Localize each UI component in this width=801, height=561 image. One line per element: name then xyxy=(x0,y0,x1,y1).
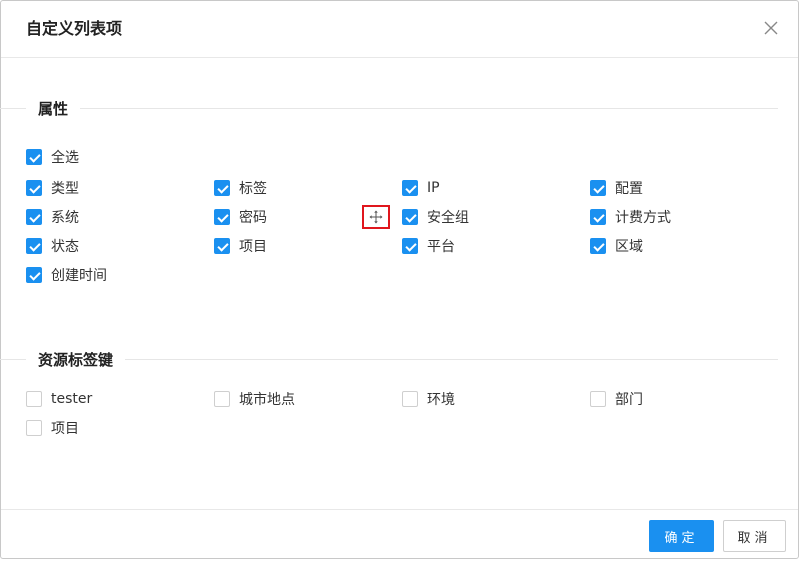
checkbox-label: IP xyxy=(427,180,440,196)
checkbox-box xyxy=(214,391,230,407)
divider xyxy=(125,358,778,360)
checkbox-tag-environment[interactable]: 环境 xyxy=(402,390,455,408)
check-icon xyxy=(26,238,42,254)
checkbox-security-group[interactable]: 安全组 xyxy=(402,208,469,226)
checkbox-tag-city[interactable]: 城市地点 xyxy=(214,390,295,408)
checkbox-label: 安全组 xyxy=(427,210,469,226)
checkbox-label: 环境 xyxy=(427,392,455,408)
check-icon xyxy=(590,180,606,196)
checkbox-box xyxy=(26,391,42,407)
resource-tags-heading: 资源标签键 xyxy=(38,350,114,369)
checkbox-box xyxy=(402,391,418,407)
dialog-title: 自定义列表项 xyxy=(26,19,123,38)
check-icon xyxy=(402,209,418,225)
dialog-header: 自定义列表项 xyxy=(1,1,798,58)
check-icon xyxy=(26,267,42,283)
check-icon xyxy=(26,149,42,165)
checkbox-label: 部门 xyxy=(615,392,643,408)
checkbox-password[interactable]: 密码 xyxy=(214,208,267,226)
check-icon xyxy=(26,180,42,196)
attributes-heading: 属性 xyxy=(38,99,69,118)
check-icon xyxy=(214,209,230,225)
check-icon xyxy=(590,238,606,254)
confirm-button[interactable]: 确定 xyxy=(649,520,714,552)
drag-handle[interactable] xyxy=(362,205,390,229)
checkbox-tag-department[interactable]: 部门 xyxy=(590,390,643,408)
checkbox-label: 项目 xyxy=(51,421,79,437)
checkbox-created-at[interactable]: 创建时间 xyxy=(26,266,107,284)
check-icon xyxy=(402,180,418,196)
check-icon xyxy=(214,180,230,196)
checkbox-project[interactable]: 项目 xyxy=(214,237,267,255)
checkbox-status[interactable]: 状态 xyxy=(26,237,79,255)
divider xyxy=(80,107,778,109)
divider xyxy=(0,107,26,109)
checkbox-tags[interactable]: 标签 xyxy=(214,179,267,197)
check-icon xyxy=(214,238,230,254)
checkbox-label: 密码 xyxy=(239,210,267,226)
checkbox-label: 创建时间 xyxy=(51,268,107,284)
checkbox-label: tester xyxy=(51,391,93,407)
checkbox-label: 类型 xyxy=(51,181,79,197)
close-icon xyxy=(764,21,778,35)
checkbox-label: 计费方式 xyxy=(615,210,671,226)
checkbox-label: 区域 xyxy=(615,239,643,255)
checkbox-label: 项目 xyxy=(239,239,267,255)
checkbox-box xyxy=(26,420,42,436)
resource-tags-section-header: 资源标签键 xyxy=(0,349,778,369)
checkbox-ip[interactable]: IP xyxy=(402,179,440,197)
close-button[interactable] xyxy=(762,19,780,37)
checkbox-tag-tester[interactable]: tester xyxy=(26,390,92,408)
check-icon xyxy=(402,238,418,254)
checkbox-select-all[interactable]: 全选 xyxy=(26,148,79,166)
checkbox-label: 系统 xyxy=(51,210,79,226)
attributes-section-header: 属性 xyxy=(0,98,778,118)
checkbox-label: 状态 xyxy=(51,239,79,255)
checkbox-label: 配置 xyxy=(615,181,643,197)
cancel-button[interactable]: 取消 xyxy=(723,520,786,552)
checkbox-config[interactable]: 配置 xyxy=(590,179,643,197)
checkbox-tag-project[interactable]: 项目 xyxy=(26,419,79,437)
checkbox-box xyxy=(590,391,606,407)
check-icon xyxy=(26,209,42,225)
dialog-footer: 确定 取消 xyxy=(1,509,798,560)
check-icon xyxy=(590,209,606,225)
checkbox-region[interactable]: 区域 xyxy=(590,237,643,255)
divider xyxy=(0,358,26,360)
checkbox-os[interactable]: 系统 xyxy=(26,208,79,226)
checkbox-label: 城市地点 xyxy=(239,392,295,408)
checkbox-label: 全选 xyxy=(51,150,79,166)
customize-columns-dialog: 自定义列表项 属性 全选 类型 标签 IP 配置 系统 密码 安全组 计费方式 … xyxy=(0,0,799,559)
checkbox-platform[interactable]: 平台 xyxy=(402,237,455,255)
checkbox-label: 平台 xyxy=(427,239,455,255)
checkbox-label: 标签 xyxy=(239,181,267,197)
checkbox-type[interactable]: 类型 xyxy=(26,179,79,197)
checkbox-billing[interactable]: 计费方式 xyxy=(590,208,671,226)
move-icon xyxy=(369,210,383,224)
